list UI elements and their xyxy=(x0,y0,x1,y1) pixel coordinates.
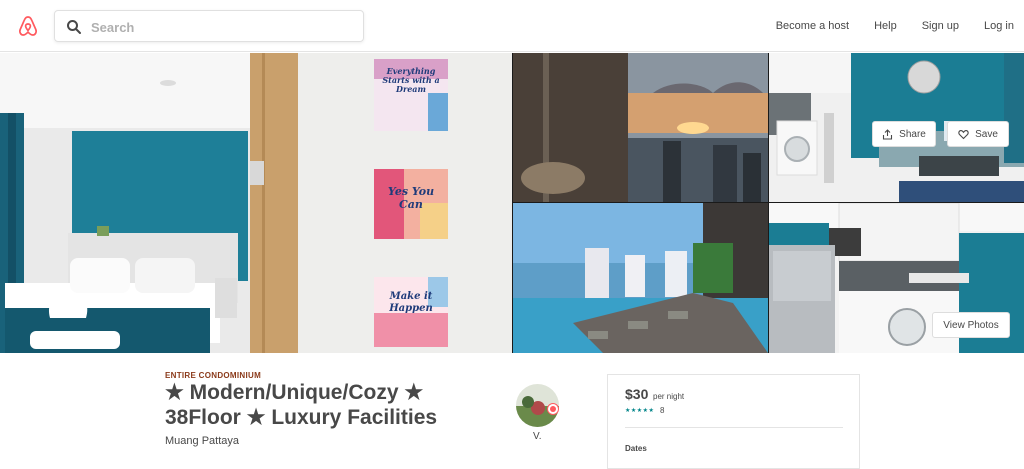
wall-art-text-3: Make it Happen xyxy=(389,291,433,314)
share-button[interactable]: Share xyxy=(872,121,936,147)
top-nav: Become a host Help Sign up Log in xyxy=(751,0,1014,52)
listing-title: ★ Modern/Unique/Cozy ★ 38Floor ★ Luxury … xyxy=(165,380,485,430)
save-button-label: Save xyxy=(975,128,998,140)
per-night-label: per night xyxy=(653,392,685,401)
nightly-price: $30 xyxy=(625,386,649,402)
heart-icon xyxy=(958,129,969,139)
view-photos-label: View Photos xyxy=(943,319,999,331)
listing-location[interactable]: Muang Pattaya xyxy=(165,435,239,447)
host-name: V. xyxy=(533,431,542,442)
nav-log-in[interactable]: Log in xyxy=(984,20,1014,32)
share-button-label: Share xyxy=(899,128,926,140)
nav-sign-up[interactable]: Sign up xyxy=(922,20,959,32)
search-box[interactable] xyxy=(54,10,364,43)
dates-label: Dates xyxy=(625,444,647,453)
search-icon xyxy=(67,20,81,34)
share-icon xyxy=(883,128,893,140)
photo-sunset-view[interactable] xyxy=(513,53,768,202)
listing-type-label: ENTIRE CONDOMINIUM xyxy=(165,371,262,380)
top-header: Become a host Help Sign up Log in xyxy=(0,0,1024,52)
wall-art-text-1: Everything Starts with a Dream xyxy=(382,66,440,94)
review-count[interactable]: 8 xyxy=(660,406,664,415)
wall-art-text-2: Yes You Can xyxy=(387,185,435,211)
listing-title-line-2: 38Floor ★ Luxury Facilities xyxy=(165,406,438,429)
airbnb-logo-icon[interactable] xyxy=(16,14,40,38)
nav-become-a-host[interactable]: Become a host xyxy=(776,20,849,32)
save-button[interactable]: Save xyxy=(947,121,1009,147)
view-photos-button[interactable]: View Photos xyxy=(932,312,1010,338)
photo-infinity-pool[interactable] xyxy=(513,203,768,353)
search-input[interactable] xyxy=(89,11,359,43)
listing-title-line-1: ★ Modern/Unique/Cozy ★ xyxy=(165,381,424,404)
booking-divider xyxy=(625,427,843,428)
photo-gallery: Everything Starts with a Dream Yes You C… xyxy=(0,53,1024,353)
photo-bedroom-main[interactable]: Everything Starts with a Dream Yes You C… xyxy=(0,53,512,353)
nav-help[interactable]: Help xyxy=(874,20,897,32)
rating-stars: ★★★★★ xyxy=(625,408,655,414)
superhost-badge-icon xyxy=(547,403,559,415)
